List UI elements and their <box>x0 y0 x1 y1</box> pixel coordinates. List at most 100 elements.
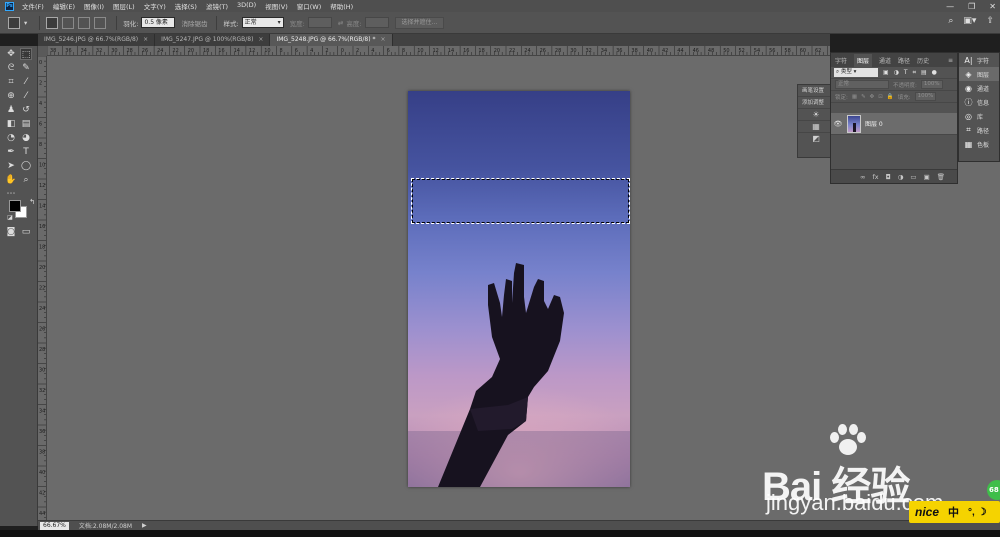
eyedropper-tool-icon[interactable]: ⁄ <box>20 76 32 88</box>
menu-item[interactable]: 编辑(E) <box>53 1 75 11</box>
tab-paths[interactable]: 路径 <box>898 56 910 65</box>
dock-item-layers[interactable]: ◈ 图层 <box>959 67 999 81</box>
close-icon[interactable]: × <box>380 36 385 43</box>
layer-style-icon[interactable]: fx <box>872 173 878 181</box>
dock-item-swatches[interactable]: ▦ 色板 <box>959 137 999 151</box>
menu-item[interactable]: 文字(Y) <box>144 1 166 11</box>
layer-filter-select[interactable]: ⌕ 类型 ▾ <box>834 68 878 77</box>
delete-layer-icon[interactable]: 🗑 <box>937 173 945 181</box>
default-colors-icon[interactable]: ◪ <box>4 212 16 224</box>
hand-tool-icon[interactable]: ✋ <box>5 174 17 186</box>
menu-item[interactable]: 图像(I) <box>84 1 104 11</box>
new-layer-icon[interactable]: ▣ <box>924 173 930 181</box>
brush-settings-tab[interactable]: 画笔设置 <box>798 85 834 97</box>
add-mask-icon[interactable]: ◘ <box>886 173 891 181</box>
refine-edge-button[interactable]: 选择并遮住... <box>394 16 445 29</box>
marquee-tool-icon[interactable]: ⬚ <box>20 48 32 60</box>
curves-icon[interactable]: ◩ <box>798 133 834 145</box>
restore-button[interactable]: ❐ <box>968 2 975 11</box>
path-select-tool-icon[interactable]: ➤ <box>5 160 17 172</box>
marquee-preset-icon[interactable] <box>8 16 20 29</box>
intersect-selection-icon[interactable] <box>94 16 107 29</box>
document-tab[interactable]: IMG_5248.JPG @ 66.7%(RGB/8) * × <box>270 34 393 46</box>
quick-mask-icon[interactable]: ◙ <box>5 226 17 238</box>
blur-tool-icon[interactable]: ◔ <box>5 132 17 144</box>
menu-item[interactable]: 选择(S) <box>175 1 197 11</box>
lock-brush-icon[interactable]: ✎ <box>861 94 866 100</box>
add-selection-icon[interactable] <box>62 16 75 29</box>
dodge-tool-icon[interactable]: ◕ <box>20 132 32 144</box>
new-group-icon[interactable]: ▭ <box>910 173 916 181</box>
search-icon[interactable]: ⌕ <box>948 16 953 26</box>
more-tools-icon[interactable]: ⋯ <box>5 188 17 200</box>
healing-tool-icon[interactable]: ⊕ <box>5 90 17 102</box>
menu-item[interactable]: 文件(F) <box>22 1 44 11</box>
dock-item-info[interactable]: ⓘ 信息 <box>959 95 999 109</box>
close-icon[interactable]: × <box>143 36 148 43</box>
new-selection-icon[interactable] <box>46 16 59 29</box>
layer-row[interactable]: 👁 图层 0 <box>831 113 957 135</box>
opacity-input[interactable]: 100% <box>920 80 943 89</box>
share-icon[interactable]: ⇪ <box>986 16 994 26</box>
fill-input[interactable]: 100% <box>914 92 937 101</box>
menu-item[interactable]: 3D(D) <box>237 1 256 11</box>
lock-all-icon[interactable]: 🔒 <box>887 94 894 100</box>
workspace-icon[interactable]: ▣▾ <box>963 16 976 26</box>
menu-item[interactable]: 视图(V) <box>265 1 288 11</box>
notification-badge[interactable]: 68 <box>987 480 1000 500</box>
dock-item-character[interactable]: A| 字符 <box>959 53 999 67</box>
ime-language[interactable]: 中 <box>948 504 959 520</box>
status-menu-arrow[interactable]: ▶ <box>142 522 147 529</box>
menu-item[interactable]: 窗口(W) <box>297 1 322 11</box>
tab-history[interactable]: 历史 <box>917 56 929 65</box>
filter-adjust-icon[interactable]: ◑ <box>894 69 899 76</box>
adjustments-tab[interactable]: 添加调整 <box>798 97 834 109</box>
ime-options[interactable]: °, ☽ <box>968 507 987 518</box>
zoom-level-field[interactable]: 66.67% <box>40 521 69 530</box>
brightness-icon[interactable]: ☀ <box>798 109 834 121</box>
type-tool-icon[interactable]: T <box>20 146 32 158</box>
dock-item-paths[interactable]: ⌗ 路径 <box>959 123 999 137</box>
adjustment-layer-icon[interactable]: ◑ <box>898 173 904 181</box>
tab-layers[interactable]: 图层 <box>854 53 873 67</box>
brush-tool-icon[interactable]: ⁄ <box>20 90 32 102</box>
ime-toolbar[interactable]: nice 中 °, ☽ <box>909 501 1000 523</box>
document-canvas-image[interactable] <box>408 91 630 487</box>
filter-smart-icon[interactable]: ▤ <box>921 69 927 76</box>
filter-toggle-icon[interactable]: ● <box>932 69 937 76</box>
tab-channels[interactable]: 通道 <box>879 56 891 65</box>
swap-icon[interactable]: ⇄ <box>338 19 343 27</box>
subtract-selection-icon[interactable] <box>78 16 91 29</box>
dock-item-channels[interactable]: ◉ 通道 <box>959 81 999 95</box>
pen-tool-icon[interactable]: ✒ <box>5 146 17 158</box>
filter-pixel-icon[interactable]: ▣ <box>883 69 889 76</box>
width-input[interactable] <box>307 17 332 28</box>
gradient-tool-icon[interactable]: ▤ <box>20 118 32 130</box>
filter-shape-icon[interactable]: ⌗ <box>913 69 916 77</box>
marquee-selection[interactable] <box>411 178 630 224</box>
foreground-color-swatch[interactable] <box>9 200 21 212</box>
eraser-tool-icon[interactable]: ◧ <box>5 118 17 130</box>
link-layers-icon[interactable]: ∞ <box>860 173 865 181</box>
minimize-button[interactable]: — <box>946 2 954 11</box>
swap-colors-icon[interactable]: ↰ <box>26 196 38 208</box>
chevron-down-icon[interactable]: ▾ <box>24 19 27 27</box>
move-tool-icon[interactable]: ✥ <box>5 48 17 60</box>
dock-item-libraries[interactable]: ◎ 库 <box>959 109 999 123</box>
close-button[interactable]: ✕ <box>989 2 996 11</box>
height-input[interactable] <box>364 17 389 28</box>
stamp-tool-icon[interactable]: ♟ <box>5 104 17 116</box>
document-tab[interactable]: IMG_5246.JPG @ 66.7%(RGB/8) × <box>38 34 156 46</box>
feather-input[interactable]: 0.5 像素 <box>141 17 176 28</box>
menu-item[interactable]: 图层(L) <box>113 1 135 11</box>
screen-mode-icon[interactable]: ▭ <box>20 226 32 238</box>
crop-tool-icon[interactable]: ⌗ <box>5 76 17 88</box>
history-brush-tool-icon[interactable]: ↺ <box>20 104 32 116</box>
style-select[interactable]: 正常 <box>241 17 284 28</box>
lock-artboard-icon[interactable]: ⊡ <box>878 94 883 100</box>
filter-type-icon[interactable]: T <box>904 69 908 76</box>
close-icon[interactable]: × <box>258 36 263 43</box>
shape-tool-icon[interactable]: ◯ <box>20 160 32 172</box>
menu-item[interactable]: 滤镜(T) <box>206 1 228 11</box>
lock-pixels-icon[interactable]: ▦ <box>852 94 857 100</box>
